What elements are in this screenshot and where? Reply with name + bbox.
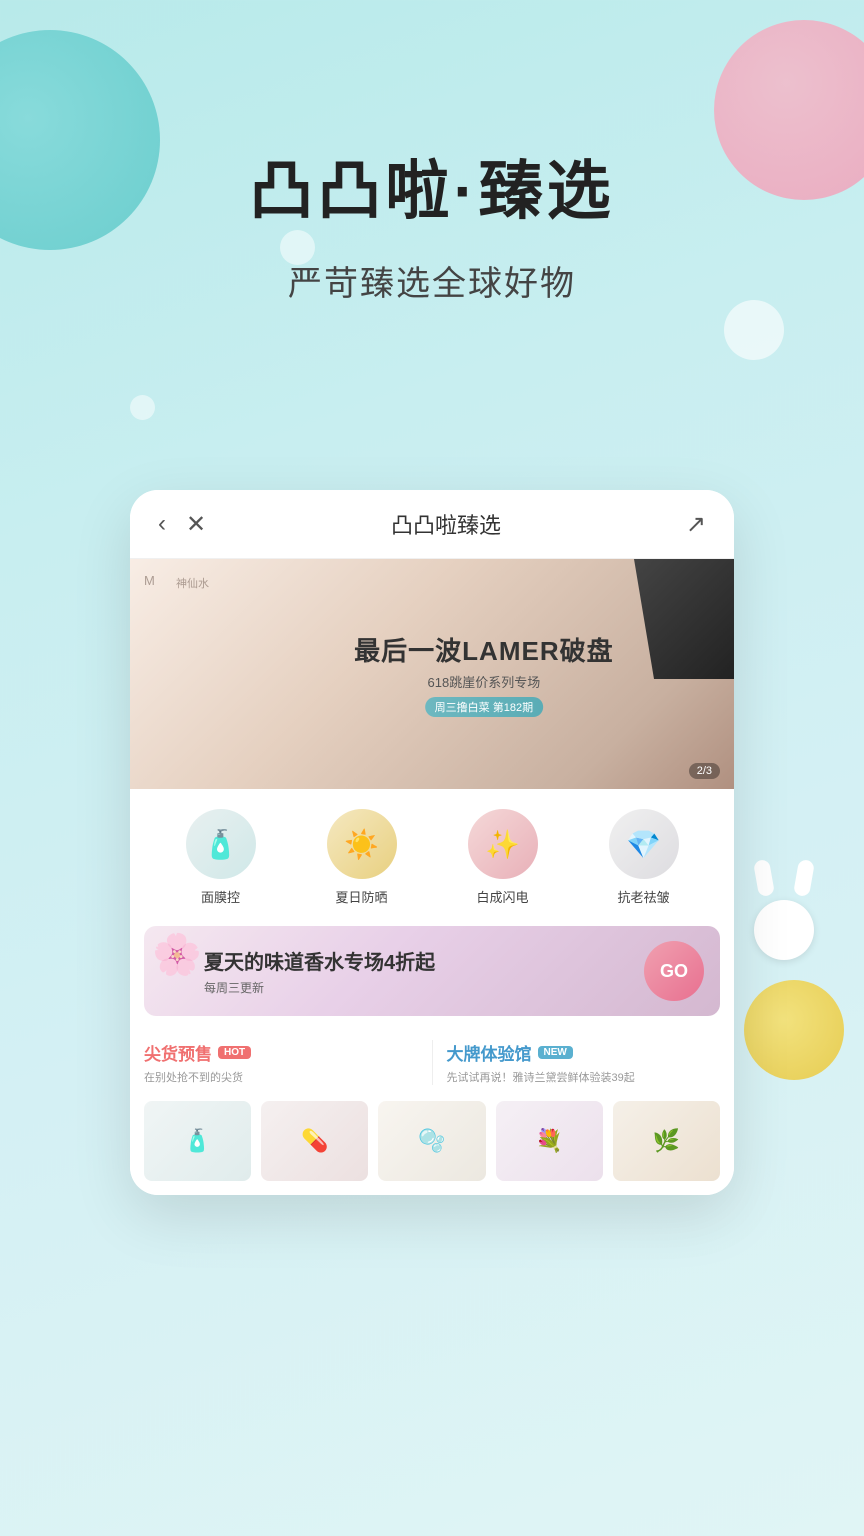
promo-flower-decoration: 🌸 xyxy=(152,931,202,978)
category-item-whitening[interactable]: ✨ 白成闪电 xyxy=(463,809,543,906)
product-icon-4: 💐 xyxy=(536,1128,563,1154)
category-circle-whitening: ✨ xyxy=(468,809,538,879)
section-brands[interactable]: 大牌体验馆 NEW 先试试再说！雅诗兰黛尝鲜体验装39起 xyxy=(447,1040,721,1085)
bunny-ear-right xyxy=(793,859,815,897)
bunny-decoration xyxy=(744,860,824,960)
hero-title: 凸凸啦·臻选 xyxy=(0,140,864,232)
back-button[interactable]: ‹ xyxy=(158,510,166,538)
product-icon-2: 💊 xyxy=(301,1128,328,1154)
banner-page-indicator: 2/3 xyxy=(689,763,720,779)
phone-nav-bar: ‹ ✕ 凸凸啦臻选 ↗ xyxy=(130,490,734,559)
product-icon-5: 🌿 xyxy=(653,1128,680,1154)
section-desc-brands: 先试试再说！雅诗兰黛尝鲜体验装39起 xyxy=(447,1069,721,1085)
banner-text-area: 最后一波LAMER破盘 618跳崖价系列专场 周三撸白菜 第182期 xyxy=(354,631,613,717)
category-circle-sunscreen: ☀️ xyxy=(327,809,397,879)
hero-section: 凸凸啦·臻选 严苛臻选全球好物 xyxy=(0,140,864,305)
banner-tag: 周三撸白菜 第182期 xyxy=(425,697,543,717)
nav-title: 凸凸啦臻选 xyxy=(206,508,686,540)
section-badge-new: NEW xyxy=(538,1046,573,1059)
hero-subtitle: 严苛臻选全球好物 xyxy=(0,256,864,305)
product-icon-1: 🧴 xyxy=(184,1128,211,1154)
banner-main-title: 最后一波LAMER破盘 xyxy=(354,631,613,668)
banner-sub-title: 618跳崖价系列专场 xyxy=(354,672,613,691)
bunny-ear-left xyxy=(753,859,775,897)
deco-circle-yellow xyxy=(744,980,844,1080)
section-featured[interactable]: 尖货预售 HOT 在别处抢不到的尖货 xyxy=(144,1040,418,1085)
nav-left-group: ‹ ✕ xyxy=(158,510,206,539)
category-item-anti-age[interactable]: 💎 抗老祛皱 xyxy=(604,809,684,906)
banner-watermark-m: M xyxy=(144,573,155,588)
mask-icon: 🧴 xyxy=(203,828,238,861)
category-row: 🧴 面膜控 ☀️ 夏日防晒 ✨ 白成闪电 💎 抗老祛皱 xyxy=(130,789,734,916)
sunscreen-icon: ☀️ xyxy=(344,828,379,861)
deco-circle-white-1 xyxy=(724,300,784,360)
phone-mockup: ‹ ✕ 凸凸啦臻选 ↗ M 神仙水 最后一波LAMER破盘 618跳崖价系列专场… xyxy=(130,490,734,1195)
category-label-anti-age: 抗老祛皱 xyxy=(617,887,669,906)
section-title-brands: 大牌体验馆 xyxy=(447,1040,532,1065)
category-item-sunscreen[interactable]: ☀️ 夏日防晒 xyxy=(322,809,402,906)
category-label-mask: 面膜控 xyxy=(201,887,240,906)
section-divider xyxy=(432,1040,433,1085)
category-label-whitening: 白成闪电 xyxy=(476,887,528,906)
whitening-icon: ✨ xyxy=(485,828,520,861)
section-header-brands: 大牌体验馆 NEW xyxy=(447,1040,721,1065)
product-thumb-5[interactable]: 🌿 xyxy=(613,1101,720,1181)
close-button[interactable]: ✕ xyxy=(186,510,206,539)
products-row: 🧴 💊 🫧 💐 🌿 xyxy=(130,1091,734,1195)
anti-age-icon: 💎 xyxy=(626,828,661,861)
product-thumb-3[interactable]: 🫧 xyxy=(378,1101,485,1181)
product-icon-3: 🫧 xyxy=(418,1128,445,1154)
share-icon[interactable]: ↗ xyxy=(686,510,706,539)
product-thumb-2[interactable]: 💊 xyxy=(261,1101,368,1181)
category-circle-mask: 🧴 xyxy=(186,809,256,879)
deco-circle-white-3 xyxy=(130,395,155,420)
section-badge-hot: HOT xyxy=(218,1046,251,1059)
promo-go-button[interactable]: GO xyxy=(644,941,704,1001)
bunny-body xyxy=(754,900,814,960)
category-label-sunscreen: 夏日防晒 xyxy=(335,887,387,906)
banner-watermark-text: 神仙水 xyxy=(176,575,209,591)
product-thumb-4[interactable]: 💐 xyxy=(496,1101,603,1181)
promo-text-area: 夏天的味道香水专场4折起 每周三更新 xyxy=(144,946,644,996)
category-item-mask[interactable]: 🧴 面膜控 xyxy=(181,809,261,906)
section-title-featured: 尖货预售 xyxy=(144,1040,212,1065)
product-thumb-1[interactable]: 🧴 xyxy=(144,1101,251,1181)
promo-banner[interactable]: 🌸 夏天的味道香水专场4折起 每周三更新 GO xyxy=(144,926,720,1016)
promo-subtitle: 每周三更新 xyxy=(204,979,624,996)
promo-title: 夏天的味道香水专场4折起 xyxy=(204,946,624,975)
banner-area[interactable]: M 神仙水 最后一波LAMER破盘 618跳崖价系列专场 周三撸白菜 第182期… xyxy=(130,559,734,789)
section-header-featured: 尖货预售 HOT xyxy=(144,1040,418,1065)
section-desc-featured: 在别处抢不到的尖货 xyxy=(144,1069,418,1085)
category-circle-anti-age: 💎 xyxy=(609,809,679,879)
sections-row: 尖货预售 HOT 在别处抢不到的尖货 大牌体验馆 NEW 先试试再说！雅诗兰黛尝… xyxy=(130,1026,734,1091)
